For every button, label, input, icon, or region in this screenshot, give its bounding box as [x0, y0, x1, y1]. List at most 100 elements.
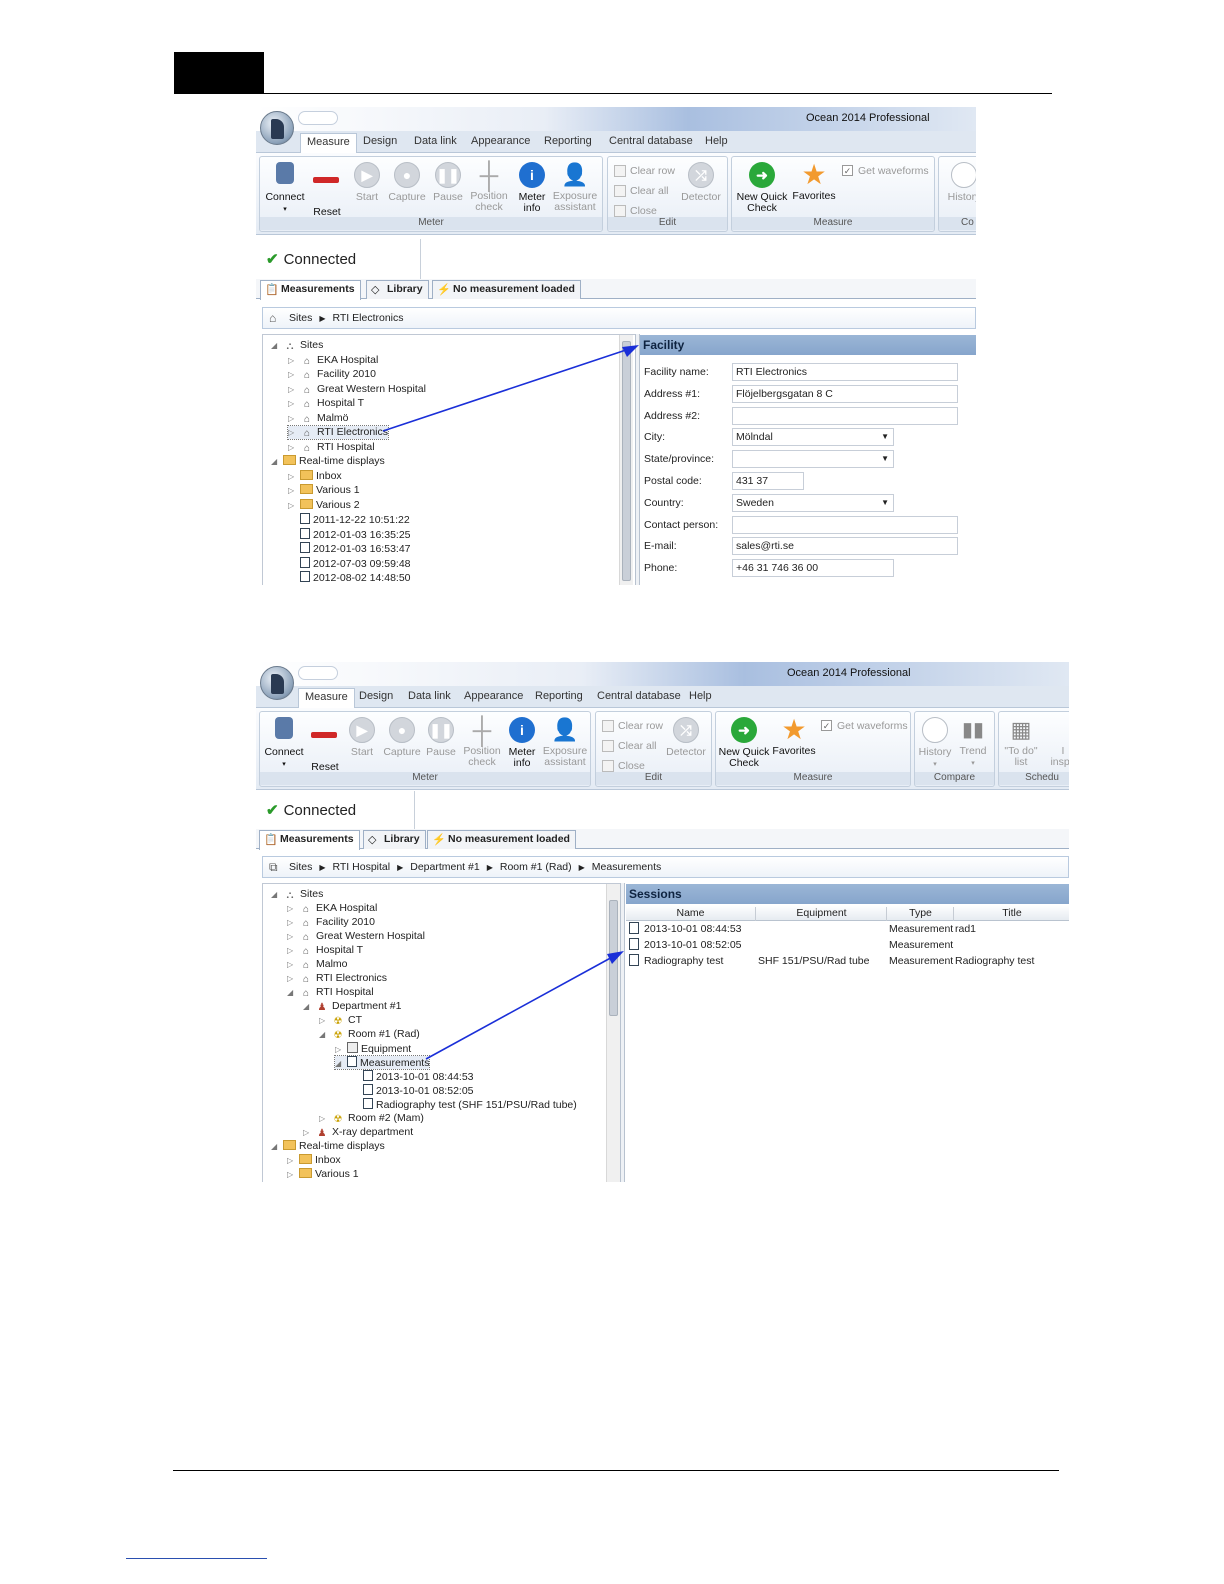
breadcrumb-item[interactable]: Room #1 (Rad) — [500, 861, 572, 873]
column-header-equipment[interactable]: Equipment — [757, 907, 887, 921]
tree-item[interactable]: ▷ ⌂ Hospital T — [288, 397, 364, 410]
expand-toggle-icon[interactable]: ▷ — [287, 902, 299, 915]
tree-item[interactable]: ◢ ☢ Room #1 (Rad) — [319, 1028, 420, 1041]
tree-item[interactable]: 2012-07-03 09:59:48 — [288, 556, 411, 570]
expand-toggle-icon[interactable]: ◢ — [303, 1000, 315, 1013]
tab-help[interactable]: Help — [705, 135, 728, 147]
capture-button[interactable]: ● Capture — [384, 161, 430, 203]
tree-item[interactable]: ◢ ⌂ RTI Hospital — [287, 986, 374, 999]
tab-measure[interactable]: Measure — [300, 133, 357, 153]
expand-toggle-icon[interactable]: ◢ — [335, 1057, 347, 1070]
tree-item[interactable]: ▷ ⌂ Facility 2010 — [288, 368, 376, 381]
column-header-name[interactable]: Name — [626, 907, 756, 921]
expand-toggle-icon[interactable]: ▷ — [287, 958, 299, 971]
expand-toggle-icon[interactable]: ▷ — [303, 1126, 315, 1139]
expand-toggle-icon[interactable]: ▷ — [319, 1014, 331, 1027]
table-row[interactable]: 2013-10-01 08:44:53 Measurement rad1 — [626, 922, 1069, 937]
tree-scrollbar[interactable] — [606, 884, 620, 1182]
tree-item[interactable]: ◢ Measurements — [333, 1055, 431, 1070]
table-row[interactable]: 2013-10-01 08:52:05 Measurement — [626, 938, 1069, 953]
tab-no-measurement[interactable]: ⚡ No measurement loaded — [427, 830, 576, 849]
tree-item[interactable]: 2011-12-22 10:51:22 — [288, 513, 410, 526]
breadcrumb-item[interactable]: Measurements — [592, 861, 661, 873]
new-quick-check-button[interactable]: ➜ New Quick Check — [736, 161, 788, 214]
connect-button[interactable]: Connect ▾ — [262, 161, 308, 215]
tree-item[interactable]: ▷ ⌂ Facility 2010 — [287, 916, 375, 929]
expand-toggle-icon[interactable]: ◢ — [319, 1028, 331, 1041]
tree-item[interactable]: ▷ ⌂ RTI Hospital — [288, 441, 375, 454]
close-button[interactable]: Close — [602, 760, 645, 772]
expand-toggle-icon[interactable]: ▷ — [288, 426, 300, 439]
tree-item[interactable]: Radiography test (SHF 151/PSU/Rad tube) — [351, 1098, 577, 1111]
tree-item[interactable]: ▷ Various 1 — [288, 484, 360, 497]
column-header-type[interactable]: Type — [888, 907, 954, 921]
meter-info-button[interactable]: i Meter info — [499, 716, 545, 769]
expand-toggle-icon[interactable]: ◢ — [271, 1140, 283, 1153]
expand-toggle-icon[interactable]: ▷ — [288, 441, 300, 454]
trend-button[interactable]: ▮▮ Trend ▾ — [953, 716, 993, 769]
tree-item[interactable]: 2012-08-02 14:48:50 — [288, 571, 411, 584]
tab-library[interactable]: ◇ Library — [366, 280, 429, 299]
tree-item[interactable]: ▷ ⌂ Malmö — [288, 412, 349, 425]
form-input[interactable] — [732, 515, 958, 534]
tree-item[interactable]: ▷ ☢ CT — [319, 1014, 362, 1027]
tab-appearance[interactable]: Appearance — [464, 690, 523, 702]
tree-item[interactable]: ◢ ⛬ Sites — [271, 888, 323, 901]
breadcrumb-item[interactable]: RTI Electronics — [333, 312, 404, 324]
todo-list-button[interactable]: ▦ "To do" list — [999, 716, 1043, 768]
quick-access-toolbar[interactable] — [298, 666, 338, 680]
expand-toggle-icon[interactable]: ▷ — [288, 368, 300, 381]
tab-library[interactable]: ◇ Library — [363, 830, 426, 849]
tree-item[interactable]: ▷ ⌂ EKA Hospital — [288, 354, 378, 367]
history-button[interactable]: ◷ History ▾ — [915, 716, 955, 770]
tree-item[interactable]: ▷ ⌂ EKA Hospital — [287, 902, 377, 915]
breadcrumb-item[interactable]: Sites — [289, 312, 312, 324]
form-input[interactable]: Flöjelbergsgatan 8 C — [732, 384, 958, 403]
tree-item[interactable]: ▷ ☢ Room #2 (Mam) — [319, 1112, 424, 1125]
tab-measure[interactable]: Measure — [298, 688, 355, 708]
clear-all-button[interactable]: Clear all — [614, 185, 669, 197]
column-header-title[interactable]: Title — [955, 907, 1069, 921]
tab-central-database[interactable]: Central database — [609, 135, 693, 147]
tree-item[interactable]: 2012-01-03 16:35:25 — [288, 527, 411, 541]
tree-item[interactable]: ▷ Various 1 — [287, 1168, 359, 1181]
expand-toggle-icon[interactable]: ▷ — [288, 484, 300, 497]
tab-reporting[interactable]: Reporting — [544, 135, 592, 147]
panel-splitter[interactable] — [620, 883, 625, 1182]
tree-item[interactable]: ◢ Real-time displays — [271, 1140, 385, 1153]
form-input[interactable]: 431 37 — [732, 472, 804, 490]
expand-toggle-icon[interactable]: ◢ — [271, 339, 283, 352]
history-button[interactable]: ◷History — [941, 161, 976, 203]
tab-measurements[interactable]: 📋 Measurements — [259, 830, 360, 850]
get-waveforms-checkbox[interactable]: ✓ Get waveforms — [842, 165, 929, 177]
tree-item[interactable]: ▷ ⌂ Hospital T — [287, 944, 363, 957]
favorites-button[interactable]: ★ Favorites — [770, 716, 818, 757]
exposure-assistant-button[interactable]: 👤 Exposure assistant — [552, 161, 598, 213]
tree-item[interactable]: ▷ ♟ X-ray department — [303, 1126, 413, 1139]
form-input[interactable]: +46 31 746 36 00 — [732, 559, 894, 578]
expand-toggle-icon[interactable]: ◢ — [271, 888, 283, 901]
tree-item[interactable]: ▷ Equipment — [335, 1042, 411, 1055]
tree-item[interactable]: ▷ Inbox — [288, 469, 342, 483]
expand-toggle-icon[interactable]: ▷ — [287, 1154, 299, 1167]
form-dropdown[interactable]: Mölndal — [732, 428, 894, 447]
expand-toggle-icon[interactable]: ▷ — [287, 944, 299, 957]
table-row[interactable]: Radiography test SHF 151/PSU/Rad tube Meas… — [626, 954, 1069, 969]
expand-toggle-icon[interactable]: ▷ — [287, 930, 299, 943]
tab-reporting[interactable]: Reporting — [535, 690, 583, 702]
expand-toggle-icon[interactable]: ▷ — [288, 354, 300, 367]
detector-button[interactable]: ⤮ Detector — [663, 716, 709, 758]
tree-item[interactable]: ◢ ♟ Department #1 — [303, 1000, 401, 1013]
tab-design[interactable]: Design — [359, 690, 393, 702]
tree-item[interactable]: 2012-01-03 16:53:47 — [288, 542, 411, 555]
tab-central-database[interactable]: Central database — [597, 690, 681, 702]
expand-toggle-icon[interactable]: ◢ — [287, 986, 299, 999]
breadcrumb-item[interactable]: Sites — [289, 861, 312, 873]
clear-row-button[interactable]: Clear row — [614, 165, 675, 177]
tab-no-measurement[interactable]: ⚡ No measurement loaded — [432, 280, 581, 299]
expand-toggle-icon[interactable]: ▷ — [287, 1168, 299, 1181]
tab-data-link[interactable]: Data link — [408, 690, 451, 702]
tree-item[interactable]: ▷ Inbox — [287, 1154, 341, 1167]
expand-toggle-icon[interactable]: ◢ — [271, 455, 283, 468]
close-button[interactable]: Close — [614, 205, 657, 217]
